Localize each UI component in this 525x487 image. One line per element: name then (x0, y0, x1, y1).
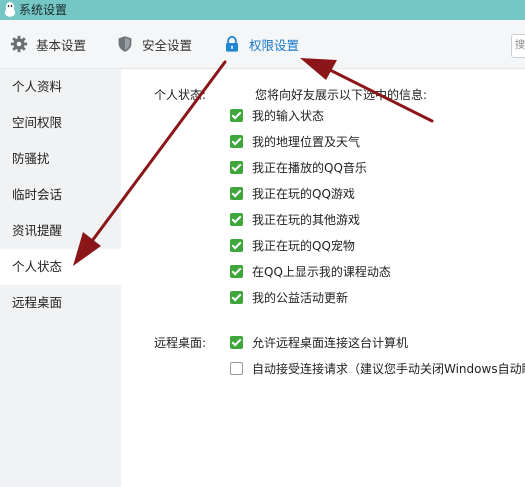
option-label: 自动接受连接请求（建议您手动关闭Windows自动睡 (252, 361, 525, 376)
sidebar-item-news-alerts[interactable]: 资讯提醒 (0, 213, 121, 249)
remote-desktop-label: 远程桌面: (154, 336, 207, 350)
option-label: 我正在播放的QQ音乐 (252, 160, 367, 175)
option-qq-music[interactable]: 我正在播放的QQ音乐 (230, 158, 367, 176)
option-auto-accept-requests[interactable]: 自动接受连接请求（建议您手动关闭Windows自动睡 (230, 359, 525, 377)
tab-permission-settings[interactable]: 权限设置 (223, 20, 299, 68)
sidebar-item-personal-status[interactable]: 个人状态 (0, 249, 121, 285)
checkbox[interactable] (230, 290, 243, 304)
option-typing-status[interactable]: 我的输入状态 (230, 106, 324, 124)
personal-status-intro: 您将向好友展示以下选中的信息: (255, 88, 428, 102)
sidebar-item-anti-harassment[interactable]: 防骚扰 (0, 141, 121, 177)
option-label: 允许远程桌面连接这台计算机 (252, 335, 409, 350)
option-label: 我正在玩的QQ游戏 (252, 186, 355, 201)
option-allow-remote-desktop[interactable]: 允许远程桌面连接这台计算机 (230, 333, 408, 351)
settings-toolbar: 基本设置 安全设置 权限设置 搜 (0, 20, 525, 69)
sidebar-item-space-permission[interactable]: 空间权限 (0, 105, 121, 141)
option-qq-pet[interactable]: 我正在玩的QQ宠物 (230, 236, 355, 254)
search-input[interactable]: 搜 (511, 34, 525, 58)
checkbox[interactable] (230, 134, 243, 148)
settings-sidebar: 个人资料 空间权限 防骚扰 临时会话 资讯提醒 个人状态 远程桌面 (0, 69, 121, 487)
settings-window: 系统设置 基本设置 安全设置 权限设置 搜 个人资料 空间权限 防骚扰 临时会话… (0, 0, 525, 487)
checkbox[interactable] (230, 335, 243, 349)
sidebar-item-profile[interactable]: 个人资料 (0, 69, 121, 105)
option-label: 我正在玩的QQ宠物 (252, 238, 355, 253)
option-label: 我的公益活动更新 (252, 290, 349, 305)
title-bar: 系统设置 (0, 0, 525, 20)
checkbox[interactable] (230, 361, 243, 375)
tab-permission-settings-label: 权限设置 (249, 37, 300, 53)
window-title: 系统设置 (19, 3, 68, 17)
lock-icon (226, 35, 238, 52)
option-charity-updates[interactable]: 我的公益活动更新 (230, 288, 348, 306)
option-other-games[interactable]: 我正在玩的其他游戏 (230, 210, 360, 228)
option-qq-games[interactable]: 我正在玩的QQ游戏 (230, 184, 355, 202)
sidebar-item-remote-desktop[interactable]: 远程桌面 (0, 285, 121, 321)
option-label: 我正在玩的其他游戏 (252, 212, 361, 227)
gear-icon (10, 35, 28, 53)
option-label: 我的输入状态 (252, 108, 325, 123)
option-label: 在QQ上显示我的课程动态 (252, 264, 391, 279)
checkbox[interactable] (230, 238, 243, 252)
sidebar-item-temporary-chat[interactable]: 临时会话 (0, 177, 121, 213)
personal-status-label: 个人状态: (154, 88, 207, 102)
settings-content: 个人状态: 您将向好友展示以下选中的信息: 我的输入状态 我的地理位置及天气 我… (121, 69, 525, 487)
option-label: 我的地理位置及天气 (252, 134, 361, 149)
checkbox[interactable] (230, 264, 243, 278)
checkbox[interactable] (230, 186, 243, 200)
tab-basic-settings[interactable]: 基本设置 (10, 20, 86, 68)
tab-basic-settings-label: 基本设置 (36, 37, 87, 53)
checkbox[interactable] (230, 160, 243, 174)
tab-security-settings[interactable]: 安全设置 (116, 20, 192, 68)
option-course-activity[interactable]: 在QQ上显示我的课程动态 (230, 262, 391, 280)
qq-penguin-icon (4, 2, 16, 17)
checkbox[interactable] (230, 108, 243, 122)
checkbox[interactable] (230, 212, 243, 226)
tab-security-settings-label: 安全设置 (142, 37, 193, 53)
shield-icon (118, 36, 132, 52)
option-location-weather[interactable]: 我的地理位置及天气 (230, 132, 360, 150)
